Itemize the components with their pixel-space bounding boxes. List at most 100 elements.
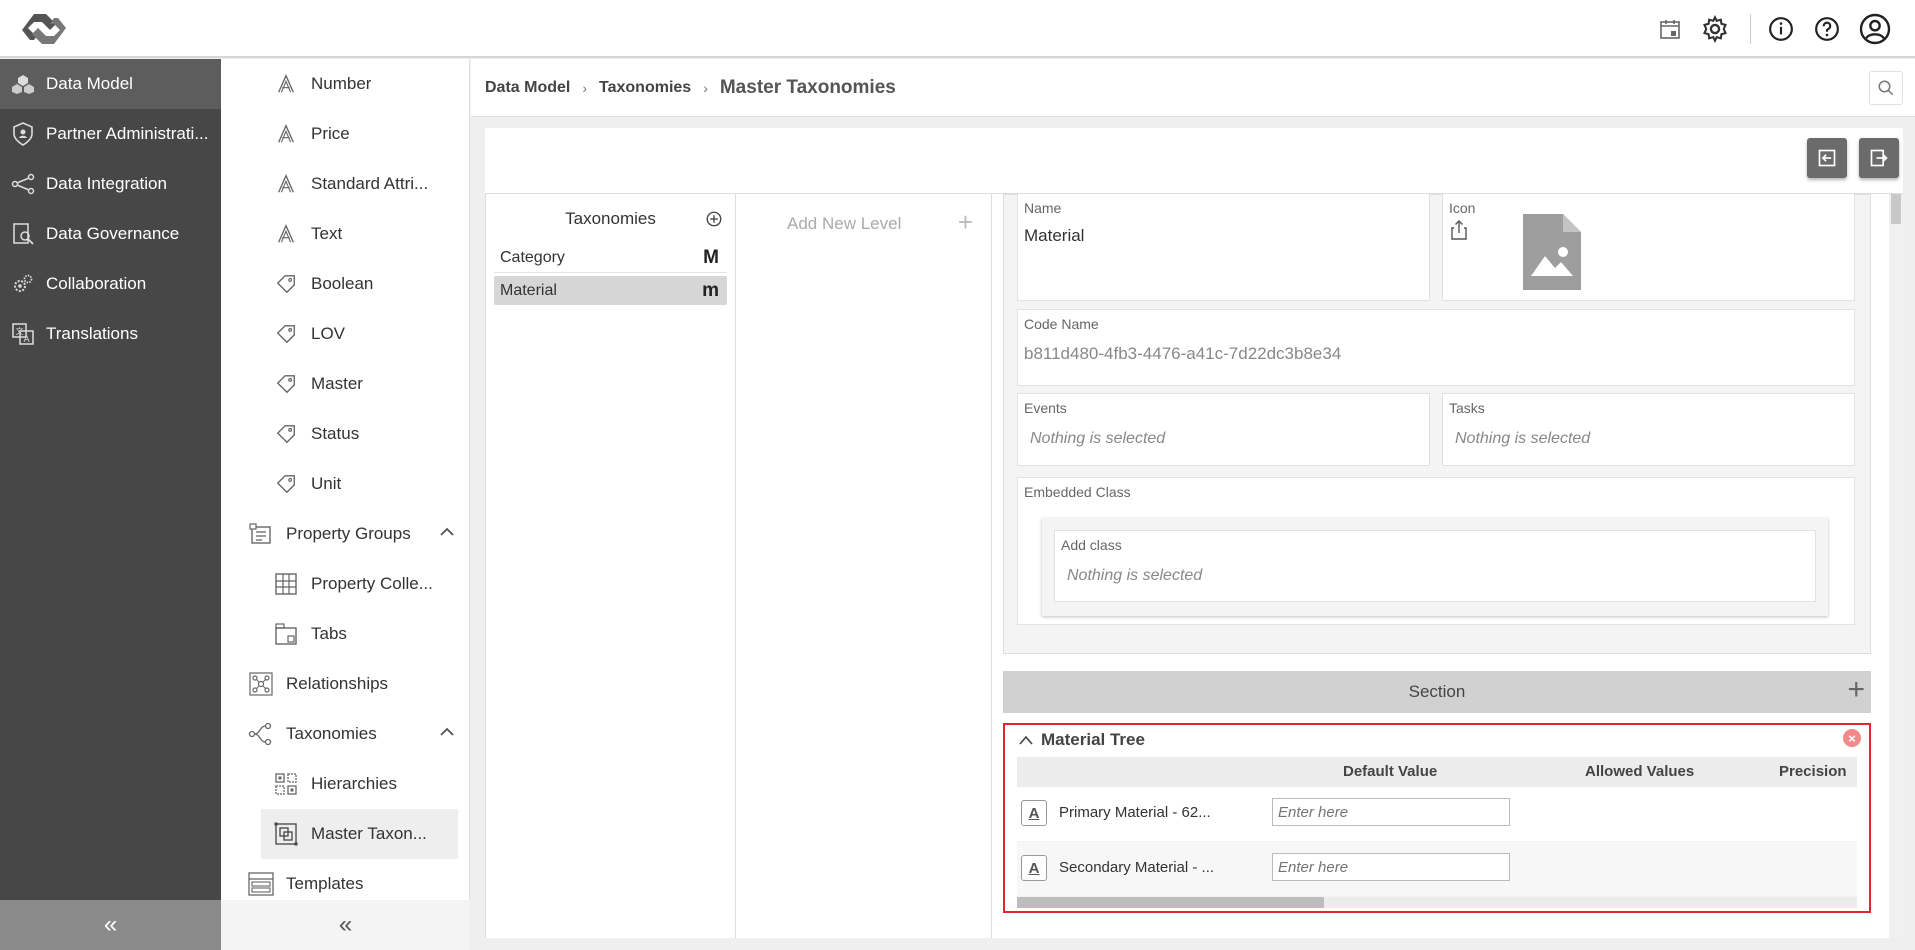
gear-icon[interactable] (1698, 12, 1732, 46)
submenu-item-label: Taxonomies (286, 724, 377, 743)
submenu-item-status[interactable]: Status (221, 409, 470, 459)
submenu-item-label: Relationships (286, 674, 389, 693)
tag-icon (271, 269, 301, 299)
add-section-button[interactable]: + (1847, 675, 1865, 705)
search-icon (1878, 80, 1894, 96)
submenu-item-boolean[interactable]: Boolean (221, 259, 470, 309)
shield-icon (10, 121, 36, 147)
remove-section-button[interactable]: × (1843, 729, 1861, 747)
submenu-item-master-taxon[interactable]: Master Taxon... (261, 809, 458, 859)
submenu-item-unit[interactable]: Unit (221, 459, 470, 509)
material-tree-section: Material Tree × Default Value Allowed Va… (1003, 723, 1871, 913)
nav-item-collaboration[interactable]: Collaboration (0, 259, 221, 309)
icon-label: Icon (1449, 200, 1476, 216)
table-row: A Secondary Material - ... (1017, 842, 1857, 897)
breadcrumb: Data Model › Taxonomies › Master Taxonom… (471, 59, 1915, 117)
taxonomies-icon (246, 719, 276, 749)
add-taxonomy-button[interactable] (705, 210, 723, 233)
nav-label: Translations (46, 324, 138, 343)
chevron-up-icon[interactable] (438, 723, 456, 746)
submenu-item-number[interactable]: Number (221, 59, 470, 109)
collapse-submenu-button[interactable]: « (221, 900, 470, 950)
nav-item-translations[interactable]: 文A Translations (0, 309, 221, 359)
submenu-item-label: Templates (286, 874, 364, 893)
attribute-name: Primary Material - 62... (1059, 804, 1211, 821)
default-value-input[interactable] (1272, 798, 1510, 826)
taxonomy-label: Material (500, 281, 557, 299)
add-new-level-button[interactable]: Add New Level + (737, 194, 991, 254)
embedded-class-label: Embedded Class (1024, 484, 1131, 500)
submenu-item-taxonomies[interactable]: Taxonomies (221, 709, 470, 759)
submenu-item-label: Number (311, 74, 372, 93)
help-icon[interactable] (1810, 12, 1844, 46)
upload-icon[interactable] (1451, 220, 1467, 244)
close-icon: × (1848, 730, 1856, 746)
export-icon (1870, 149, 1888, 167)
name-field[interactable]: Name Material (1017, 194, 1430, 301)
nav-item-data-governance[interactable]: Data Governance (0, 209, 221, 259)
property-groups-icon (246, 519, 276, 549)
submenu-item-label: Master Taxon... (311, 824, 427, 843)
breadcrumb-item-taxonomies[interactable]: Taxonomies (599, 79, 691, 97)
attribute-icon (271, 69, 301, 99)
vertical-scrollbar[interactable] (1889, 194, 1903, 938)
tasks-field[interactable]: Tasks Nothing is selected (1442, 393, 1855, 466)
tag-icon (271, 319, 301, 349)
nav-item-data-integration[interactable]: Data Integration (0, 159, 221, 209)
submenu-item-property-groups[interactable]: Property Groups (221, 509, 470, 559)
taxonomy-item-material[interactable]: Material m (494, 276, 727, 305)
doc-search-icon (10, 221, 36, 247)
section-title[interactable]: Material Tree (1019, 730, 1145, 750)
submenu-item-label: Status (311, 424, 360, 443)
default-value-input[interactable] (1272, 853, 1510, 881)
taxonomies-list: Taxonomies Category M Material m (485, 194, 736, 938)
tag-icon (271, 469, 301, 499)
import-button[interactable] (1807, 138, 1847, 178)
chevron-up-icon[interactable] (438, 523, 456, 546)
search-button[interactable] (1869, 71, 1903, 105)
logo-icon[interactable] (20, 10, 68, 48)
column-header-allowed-values: Allowed Values (1585, 763, 1695, 780)
taxonomy-item-category[interactable]: Category M (494, 244, 727, 273)
submenu-item-hierarchies[interactable]: Hierarchies (221, 759, 470, 809)
submenu-item-label: Boolean (311, 274, 374, 293)
nav-label: Data Integration (46, 174, 167, 193)
taxonomy-type-badge: m (702, 279, 719, 301)
submenu-item-property-colle[interactable]: Property Colle... (221, 559, 470, 609)
calendar-icon[interactable] (1653, 12, 1687, 46)
info-icon[interactable] (1764, 12, 1798, 46)
submenu-item-relationships[interactable]: Relationships (221, 659, 470, 709)
add-class-field[interactable]: Add class Nothing is selected (1054, 530, 1816, 602)
grid-header: Default Value Allowed Values Precision (1017, 757, 1857, 787)
scrollbar-thumb[interactable] (1891, 194, 1901, 224)
master-taxonomy-icon (271, 819, 301, 849)
export-button[interactable] (1859, 138, 1899, 178)
collapse-nav-button[interactable]: « (0, 900, 221, 950)
translate-icon: 文A (10, 321, 36, 347)
submenu-item-tabs[interactable]: Tabs (221, 609, 470, 659)
events-field[interactable]: Events Nothing is selected (1017, 393, 1430, 466)
submenu-item-label: Hierarchies (311, 774, 397, 793)
submenu-item-text[interactable]: Text (221, 209, 470, 259)
user-avatar-icon[interactable] (1858, 12, 1892, 46)
double-chevron-left-icon: « (338, 911, 353, 938)
submenu-item-master[interactable]: Master (221, 359, 470, 409)
submenu-item-price[interactable]: Price (221, 109, 470, 159)
attribute-icon (271, 119, 301, 149)
nav-item-data-model[interactable]: Data Model (0, 59, 221, 109)
embedded-class-field: Embedded Class Add class Nothing is sele… (1017, 477, 1855, 625)
section-label: Section (1408, 682, 1466, 701)
nav-item-partner-administration[interactable]: Partner Administrati... (0, 109, 221, 159)
main-nav: Data Model Partner Administrati... Data … (0, 59, 221, 950)
taxonomies-title: Taxonomies (565, 209, 656, 228)
submenu-item-lov[interactable]: LOV (221, 309, 470, 359)
content-panel: Taxonomies Category M Material m Add New… (485, 128, 1903, 938)
attribute-name: Secondary Material - ... (1059, 859, 1215, 876)
submenu-item-standard-attri[interactable]: Standard Attri... (221, 159, 470, 209)
add-class-label: Add class (1061, 537, 1122, 553)
breadcrumb-item-data-model[interactable]: Data Model (485, 79, 570, 97)
section-header: Section + (1003, 671, 1871, 713)
horizontal-scrollbar[interactable] (1017, 897, 1857, 908)
scrollbar-thumb[interactable] (1017, 897, 1324, 908)
submenu-item-label: Text (311, 224, 343, 243)
